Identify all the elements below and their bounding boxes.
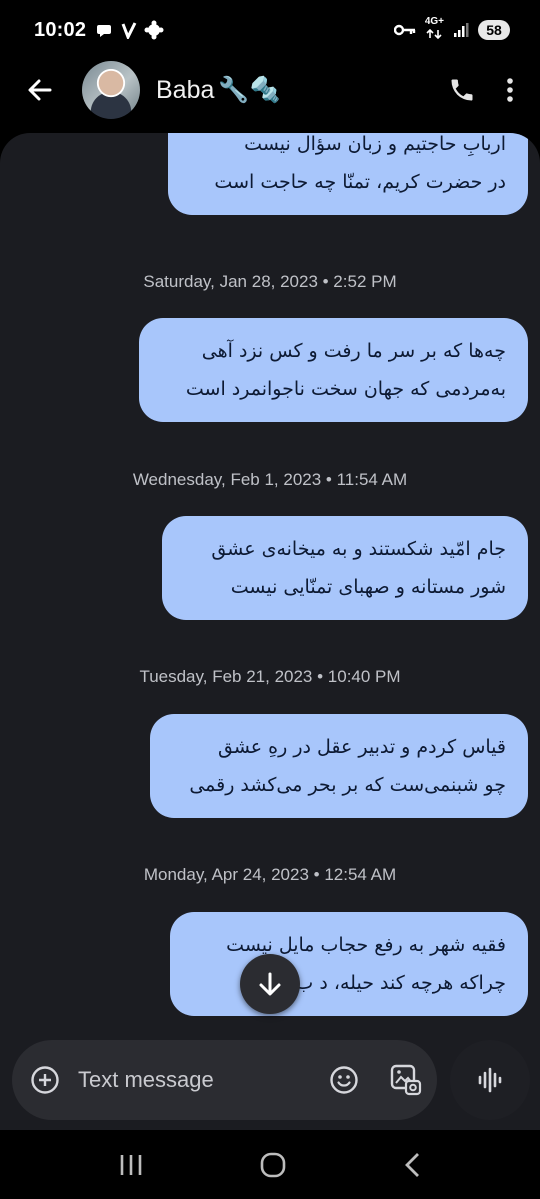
contact-avatar[interactable]: [82, 61, 140, 119]
status-time: 10:02: [34, 18, 87, 41]
back-nav-icon[interactable]: [402, 1152, 422, 1178]
chat-bubble-icon: [97, 25, 112, 37]
contact-emoji: 🔧🔩: [218, 75, 281, 104]
phone-call-icon[interactable]: [448, 76, 476, 104]
arrow-left-icon: [28, 79, 52, 101]
message-bubble[interactable]: چه‌ها که بر سر ما رفت و کس نزد آهی به‌مر…: [139, 318, 528, 422]
message-bubble[interactable]: اربابِ حاجتیم و زبان سؤال نیست در حضرت ک…: [168, 133, 528, 215]
system-indicators: 4G+ 58: [393, 15, 510, 44]
message-bubble[interactable]: جام امّید شکستند و به میخانه‌ی عشق شور م…: [162, 516, 528, 620]
message-input[interactable]: Text message: [78, 1067, 329, 1093]
date-separator: Monday, Apr 24, 2023 • 12:54 AM: [143, 865, 397, 884]
date-separator: Wednesday, Feb 1, 2023 • 11:54 AM: [132, 470, 408, 489]
add-circle-icon[interactable]: [30, 1065, 60, 1095]
compose-actions: [329, 1063, 423, 1097]
arrow-down-icon: [259, 972, 281, 996]
system-navigation-bar: [0, 1130, 540, 1199]
voice-message-button[interactable]: [450, 1040, 530, 1120]
message-line: به‌مردمی که جهان سخت ناجوانمرد است: [185, 378, 506, 400]
settings-gear-icon: [144, 20, 164, 40]
message-line: چو شبنمی‌ست که بر بحر می‌کشد رقمی: [189, 774, 506, 796]
data-arrows-icon: [426, 28, 442, 39]
battery-badge: 58: [478, 20, 510, 40]
recent-apps-icon[interactable]: [118, 1153, 144, 1177]
home-icon[interactable]: [259, 1151, 287, 1179]
signal-icon: [454, 23, 469, 37]
check-v-icon: [121, 22, 137, 39]
message-line: شور مستانه و صهبای تمنّایی نیست: [230, 576, 506, 598]
message-line: جام امّید شکستند و به میخانه‌ی عشق: [211, 538, 506, 560]
contact-name[interactable]: Baba 🔧🔩: [156, 76, 281, 105]
gallery-attach-icon[interactable]: [389, 1063, 423, 1097]
message-bubble[interactable]: قیاس کردم و تدبیر عقل در رهِ عشق چو شبنم…: [150, 714, 528, 818]
messages-screen: 10:02 4G+ 58 Baba 🔧🔩 اربابِ حاجتیم و زبا…: [0, 0, 540, 1199]
status-bar: 10:02 4G+ 58: [0, 0, 540, 60]
audio-waveform-icon: [478, 1067, 502, 1093]
more-vertical-icon[interactable]: [506, 77, 514, 103]
message-line: فقیه شهر به رفع حجاب مایل نیست: [226, 934, 506, 956]
contact-name-text: Baba: [156, 75, 215, 104]
message-line: اربابِ حاجتیم و زبان سؤال نیست: [244, 133, 506, 155]
message-line: قیاس کردم و تدبیر عقل در رهِ عشق: [217, 736, 506, 758]
date-separator: Tuesday, Feb 21, 2023 • 10:40 PM: [139, 667, 401, 686]
message-bubble[interactable]: فقیه شهر به رفع حجاب مایل نیست چراکه هرچ…: [170, 912, 528, 1016]
emoji-icon[interactable]: [329, 1065, 359, 1095]
back-button[interactable]: [20, 70, 60, 110]
message-line: در حضرت کریم، تمنّا چه حاجت است: [214, 171, 506, 193]
key-icon: [393, 24, 416, 36]
scroll-to-bottom-button[interactable]: [240, 954, 300, 1014]
message-line: چه‌ها که بر سر ما رفت و کس نزد آهی: [201, 340, 506, 362]
header-actions: [448, 76, 520, 104]
compose-bar: Text message: [12, 1040, 437, 1120]
network-label: 4G+: [424, 15, 444, 27]
network-indicator: 4G+: [424, 15, 444, 44]
notification-icons: [96, 20, 164, 40]
date-separator: Saturday, Jan 28, 2023 • 2:52 PM: [143, 272, 397, 291]
conversation-header: Baba 🔧🔩: [0, 60, 540, 120]
